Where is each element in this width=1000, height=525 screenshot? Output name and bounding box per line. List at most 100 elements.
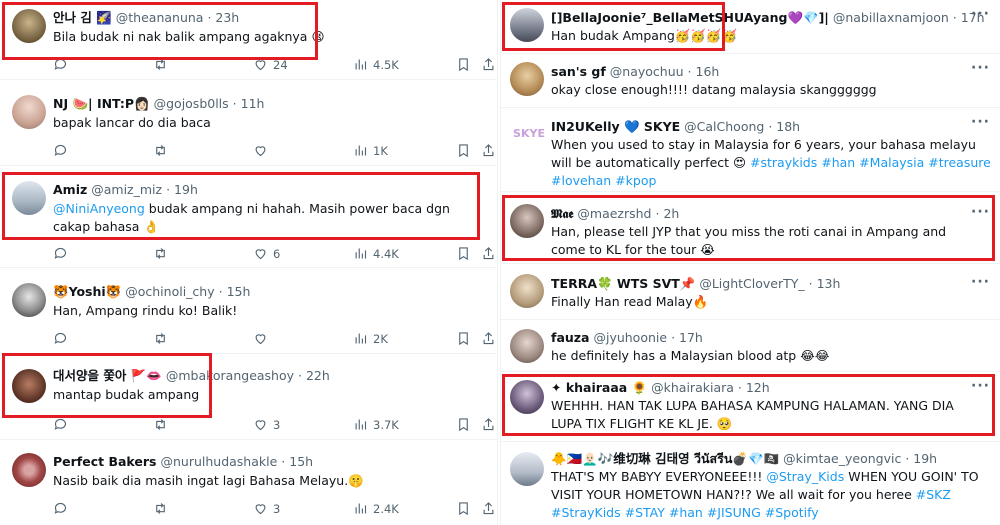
hashtag-link[interactable]: #kpop <box>615 173 656 188</box>
tweet[interactable]: NJ 🍉| INT:P👩🏻 @gojosb0lls · 11h bapak la… <box>0 86 497 166</box>
timestamp[interactable]: 17h <box>679 330 703 345</box>
like-button[interactable]: 24 <box>253 57 288 72</box>
avatar[interactable] <box>510 380 544 414</box>
avatar[interactable] <box>510 62 544 96</box>
like-button[interactable]: 6 <box>253 246 280 261</box>
display-name[interactable]: san's gf <box>551 64 606 79</box>
avatar[interactable] <box>12 181 46 215</box>
more-options-button[interactable]: ··· <box>971 378 990 394</box>
display-name[interactable]: fauza <box>551 330 589 345</box>
timestamp[interactable]: 15h <box>289 454 313 469</box>
bookmark-button[interactable] <box>456 57 471 72</box>
like-button[interactable] <box>253 331 268 346</box>
display-name[interactable]: 🐥🇵🇭👨🏻‍🦲🎶维切琳 김태영 วีนัสรีน💣💎🏴‍☠️ <box>551 451 779 466</box>
avatar[interactable] <box>510 329 544 363</box>
tweet[interactable]: 🐯Yoshi🐯 @ochinoli_chy · 15h Han, Ampang … <box>0 274 497 354</box>
retweet-button[interactable] <box>153 331 168 346</box>
avatar[interactable] <box>12 95 46 129</box>
hashtag-links[interactable]: #STAY #han #JISUNG #Spotify <box>625 505 819 520</box>
timestamp[interactable]: 13h <box>817 276 841 291</box>
share-button[interactable] <box>481 501 496 516</box>
bookmark-button[interactable] <box>456 417 471 432</box>
mention-link[interactable]: @Stray_Kids <box>766 469 844 484</box>
share-button[interactable] <box>481 57 496 72</box>
like-button[interactable]: 3 <box>253 417 280 432</box>
user-handle[interactable]: @theananuna <box>116 10 204 25</box>
share-button[interactable] <box>481 246 496 261</box>
reply-button[interactable] <box>53 417 68 432</box>
timestamp[interactable]: 23h <box>215 10 239 25</box>
user-handle[interactable]: @kimtae_yeongvic <box>783 451 901 466</box>
display-name[interactable]: Amiz <box>53 182 87 197</box>
timestamp[interactable]: 11h <box>241 96 265 111</box>
views-button[interactable]: 4.5K <box>353 57 399 72</box>
tweet[interactable]: Perfect Bakers @nurulhudashakle · 15h Na… <box>0 446 497 525</box>
tweet[interactable]: 🐥🇵🇭👨🏻‍🦲🎶维切琳 김태영 วีนัสรีน💣💎🏴‍☠️ @kimtae_y… <box>501 442 1000 525</box>
user-handle[interactable]: @nabillaxnamjoon <box>833 10 949 25</box>
avatar[interactable]: SKYE <box>510 118 548 148</box>
display-name[interactable]: 대서양을 쫓아 🚩👄 <box>53 368 162 383</box>
reply-button[interactable] <box>53 246 68 261</box>
timestamp[interactable]: 2h <box>663 206 679 221</box>
bookmark-button[interactable] <box>456 246 471 261</box>
timestamp[interactable]: 12h <box>746 380 770 395</box>
user-handle[interactable]: @gojosb0lls <box>154 96 229 111</box>
display-name[interactable]: []BellaJoonie⁷_BellaMetSHUAyang💜💎]| <box>551 10 829 25</box>
user-handle[interactable]: @ochinoli_chy <box>125 284 214 299</box>
retweet-button[interactable] <box>153 417 168 432</box>
like-button[interactable]: 3 <box>253 501 280 516</box>
bookmark-button[interactable] <box>456 501 471 516</box>
tweet[interactable]: fauza @jyuhoonie · 17h he definitely has… <box>501 320 1000 372</box>
views-button[interactable]: 2K <box>353 331 388 346</box>
display-name[interactable]: NJ 🍉| INT:P👩🏻 <box>53 96 150 111</box>
display-name[interactable]: TERRA🍀 WTS SVT📌 <box>551 276 695 291</box>
user-handle[interactable]: @amiz_miz <box>91 182 162 197</box>
views-button[interactable]: 2.4K <box>353 501 399 516</box>
avatar[interactable] <box>12 283 46 317</box>
tweet[interactable]: ✦ khairaaa 🌻 @khairakiara · 12h WEHHH. H… <box>501 372 1000 442</box>
display-name[interactable]: Perfect Bakers <box>53 454 156 469</box>
user-handle[interactable]: @jyuhoonie <box>593 330 667 345</box>
bookmark-button[interactable] <box>456 143 471 158</box>
display-name[interactable]: IN2UKelly 💙 SKYE <box>551 119 680 134</box>
avatar[interactable] <box>510 274 544 308</box>
reply-button[interactable] <box>53 57 68 72</box>
timestamp[interactable]: 16h <box>696 64 720 79</box>
retweet-button[interactable] <box>153 501 168 516</box>
user-handle[interactable]: @maezrshd <box>577 206 651 221</box>
share-button[interactable] <box>481 417 496 432</box>
timestamp[interactable]: 18h <box>776 119 800 134</box>
mention-link[interactable]: @NiniAnyeong <box>53 201 145 216</box>
avatar[interactable] <box>12 369 46 403</box>
retweet-button[interactable] <box>153 143 168 158</box>
tweet[interactable]: TERRA🍀 WTS SVT📌 @LightCloverTY_ · 13h Fi… <box>501 264 1000 320</box>
share-button[interactable] <box>481 143 496 158</box>
display-name[interactable]: 🐯Yoshi🐯 <box>53 284 121 299</box>
reply-button[interactable] <box>53 501 68 516</box>
retweet-button[interactable] <box>153 57 168 72</box>
display-name[interactable]: 𝕸𝖆𝖊 <box>551 206 573 221</box>
views-button[interactable]: 3.7K <box>353 417 399 432</box>
timestamp[interactable]: 19h <box>913 451 937 466</box>
user-handle[interactable]: @LightCloverTY_ <box>699 276 804 291</box>
reply-button[interactable] <box>53 143 68 158</box>
user-handle[interactable]: @CalChoong <box>684 119 764 134</box>
user-handle[interactable]: @nurulhudashakle <box>160 454 277 469</box>
avatar[interactable] <box>12 453 46 487</box>
timestamp[interactable]: 15h <box>227 284 251 299</box>
user-handle[interactable]: @nayochuu <box>610 64 684 79</box>
user-handle[interactable]: @khairakiara <box>651 380 734 395</box>
timestamp[interactable]: 22h <box>306 368 330 383</box>
tweet[interactable]: SKYE IN2UKelly 💙 SKYE @CalChoong · 18h W… <box>501 108 1000 192</box>
timestamp[interactable]: 19h <box>174 182 198 197</box>
reply-button[interactable] <box>53 331 68 346</box>
display-name[interactable]: 안나 김 🌠 <box>53 10 112 25</box>
share-button[interactable] <box>481 331 496 346</box>
tweet[interactable]: 𝕸𝖆𝖊 @maezrshd · 2h Han, please tell JYP … <box>501 192 1000 264</box>
bookmark-button[interactable] <box>456 331 471 346</box>
more-options-button[interactable]: ··· <box>971 204 990 220</box>
more-options-button[interactable]: ··· <box>971 114 990 130</box>
tweet[interactable]: san's gf @nayochuu · 16h okay close enou… <box>501 54 1000 108</box>
more-options-button[interactable]: ··· <box>971 274 990 290</box>
avatar[interactable] <box>12 9 46 43</box>
